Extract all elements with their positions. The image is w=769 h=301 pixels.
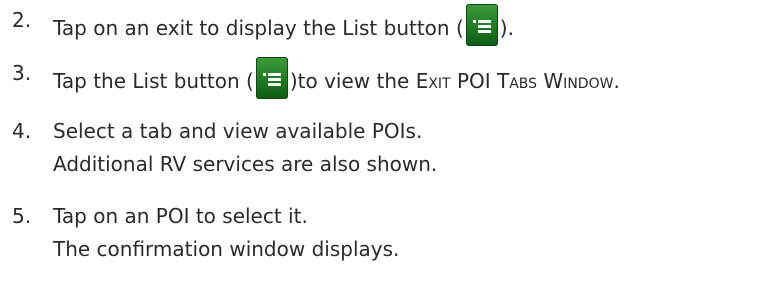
- step-line: Tap the List button ( )to view the Exit …: [53, 57, 620, 99]
- step-line-1: Select a tab and view available POIs.: [53, 119, 423, 143]
- step-number: 5.: [12, 204, 32, 228]
- step-number: 4.: [12, 119, 32, 143]
- step-line-2: Additional RV services are also shown.: [53, 152, 438, 176]
- step-text-before: Tap on an exit to display the List butto…: [53, 16, 464, 40]
- step-text: Tap the List button ( )to view the Exit …: [53, 57, 620, 99]
- step-line-1: Tap on an POI to select it.: [53, 204, 308, 228]
- instruction-page: { "steps": [ { "number": "2.", "text_bef…: [0, 0, 769, 301]
- list-icon: [255, 57, 288, 99]
- step-text: Select a tab and view available POIs. Ad…: [53, 115, 437, 181]
- window-name: Exit POI Tabs Window: [415, 69, 614, 93]
- step-text-after: ).: [499, 16, 514, 40]
- step-text-mid: )to view the: [289, 69, 416, 93]
- step-number: 3.: [12, 61, 32, 85]
- list-icon: [465, 4, 498, 46]
- step-text: Tap on an exit to display the List butto…: [53, 4, 514, 46]
- step-number: 2.: [12, 8, 32, 32]
- step-text-after: .: [613, 69, 620, 93]
- step-text: Tap on an POI to select it. The confirma…: [53, 200, 399, 266]
- step-line-2: The confirmation window displays.: [53, 237, 400, 261]
- step-line: Tap on an exit to display the List butto…: [53, 4, 514, 46]
- step-text-before: Tap the List button (: [53, 69, 254, 93]
